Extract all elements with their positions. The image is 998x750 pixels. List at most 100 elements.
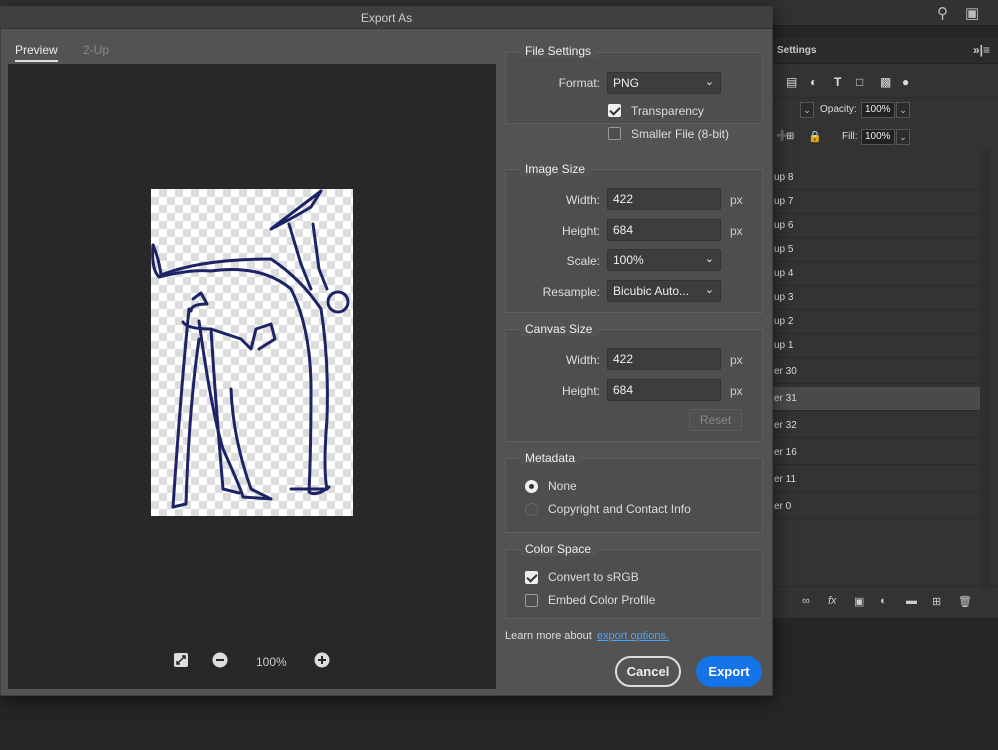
adjustment-layer-icon[interactable]: ◐ <box>880 595 887 607</box>
layer-item[interactable]: up 6 <box>772 214 982 238</box>
layer-item[interactable]: er 11 <box>772 468 982 492</box>
convert-srgb-label: Convert to sRGB <box>548 570 639 584</box>
smaller-file-label: Smaller File (8-bit) <box>631 127 730 141</box>
scale-label: Scale: <box>566 254 600 268</box>
canvas-width-field[interactable]: 422 <box>607 348 721 370</box>
zoom-level: 100% <box>256 655 287 669</box>
fill-label: Fill: <box>842 131 858 142</box>
transparency-checkbox[interactable] <box>608 104 621 117</box>
opacity-label: Opacity: <box>820 104 857 115</box>
canvas-width-label: Width: <box>565 353 600 367</box>
fit-to-window-icon[interactable] <box>173 652 189 668</box>
export-options-link[interactable]: export options. <box>597 630 669 642</box>
chevron-down-icon: ⌄ <box>704 76 714 88</box>
zoom-in-icon[interactable] <box>314 652 330 668</box>
zoom-out-icon[interactable] <box>212 652 228 668</box>
image-width-label: Width: <box>565 193 600 207</box>
cancel-button[interactable]: Cancel <box>615 656 681 687</box>
filter-toggle-icon[interactable]: ● <box>902 75 909 89</box>
panel-header: Settings »|≡ <box>772 38 998 64</box>
metadata-legend: Metadata <box>519 451 582 465</box>
panel-scrollbar[interactable] <box>980 150 990 590</box>
workspace-icon[interactable]: ▣ <box>965 4 979 22</box>
metadata-none-radio[interactable] <box>525 480 538 493</box>
fill-caret[interactable]: ⌄ <box>896 129 910 145</box>
opacity-caret[interactable]: ⌄ <box>896 102 910 118</box>
new-layer-icon[interactable]: ⊞ <box>932 595 941 608</box>
canvas-height-field[interactable]: 684 <box>607 379 721 401</box>
layer-item[interactable]: up 4 <box>772 262 982 286</box>
canvas-height-label: Height: <box>561 384 600 398</box>
tab-preview[interactable]: Preview <box>15 43 58 62</box>
panel-tab-settings[interactable]: Settings <box>777 45 816 56</box>
metadata-copyright-radio[interactable] <box>525 503 538 516</box>
layer-item[interactable]: up 2 <box>772 310 982 334</box>
blend-mode-caret[interactable]: ⌄ <box>800 102 814 118</box>
metadata-none-label: None <box>548 479 577 493</box>
transparency-label: Transparency <box>631 104 704 118</box>
link-layers-icon[interactable]: ∞ <box>802 595 810 607</box>
resample-value: Bicubic Auto... <box>613 284 690 298</box>
format-select[interactable]: PNG ⌄ <box>607 72 721 94</box>
lock-all-icon[interactable]: 🔒 <box>808 130 822 143</box>
color-space-group <box>505 549 763 619</box>
layer-item[interactable]: er 16 <box>772 441 982 465</box>
shape-filter-icon[interactable]: □ <box>856 75 863 89</box>
image-filter-icon[interactable]: ▤ <box>786 75 797 89</box>
reset-button[interactable]: Reset <box>689 409 742 431</box>
metadata-group <box>505 458 763 533</box>
smaller-file-checkbox[interactable] <box>608 127 621 140</box>
canvas-size-legend: Canvas Size <box>519 322 599 336</box>
tab-2-up[interactable]: 2-Up <box>83 43 109 57</box>
convert-srgb-checkbox[interactable] <box>525 571 538 584</box>
learn-more: Learn more about export options. <box>505 630 669 642</box>
image-width-unit: px <box>730 193 743 207</box>
format-label: Format: <box>558 76 600 90</box>
layer-item[interactable]: er 30 <box>772 360 982 384</box>
zoom-controls: 100% <box>168 650 348 674</box>
dialog-title: Export As <box>1 7 772 29</box>
image-height-unit: px <box>730 224 743 238</box>
embed-profile-checkbox[interactable] <box>525 594 538 607</box>
search-icon[interactable]: ⚲ <box>937 4 948 22</box>
artboard-lock-icon[interactable]: ⊞ <box>786 131 794 142</box>
trash-icon[interactable]: 🗑 <box>958 595 972 608</box>
scale-value: 100% <box>613 253 644 267</box>
learn-more-text: Learn more about <box>505 630 592 642</box>
layer-item[interactable]: up 5 <box>772 238 982 262</box>
layer-filter-row: ▤ ◐ T □ ▩ ● <box>772 64 998 98</box>
embed-profile-label: Embed Color Profile <box>548 593 656 607</box>
new-group-icon[interactable]: ▬ <box>906 595 917 607</box>
smart-object-filter-icon[interactable]: ▩ <box>880 75 891 89</box>
layer-item[interactable]: er 31 <box>772 387 982 411</box>
image-width-field[interactable]: 422 <box>607 188 721 210</box>
layer-item[interactable]: up 3 <box>772 286 982 310</box>
metadata-copyright-label: Copyright and Contact Info <box>548 502 691 516</box>
preview-area: 100% <box>8 64 496 689</box>
export-button[interactable]: Export <box>696 656 762 687</box>
layers-panel: Settings »|≡ ▤ ◐ T □ ▩ ● ⌄ Opacity: 100%… <box>772 38 998 618</box>
fill-field[interactable]: 100% <box>861 129 895 145</box>
adjustment-filter-icon[interactable]: ◐ <box>810 75 817 89</box>
add-mask-icon[interactable]: ▣ <box>854 595 864 608</box>
image-height-field[interactable]: 684 <box>607 219 721 241</box>
layer-item[interactable]: er 0 <box>772 495 982 519</box>
color-space-legend: Color Space <box>519 542 598 556</box>
canvas-width-unit: px <box>730 353 743 367</box>
layer-item[interactable]: er 32 <box>772 414 982 438</box>
resample-label: Resample: <box>542 285 600 299</box>
panel-menu-icon[interactable]: »|≡ <box>973 43 990 57</box>
file-settings-legend: File Settings <box>519 44 598 58</box>
chevron-down-icon: ⌄ <box>704 284 714 296</box>
type-filter-icon[interactable]: T <box>834 75 841 89</box>
panel-footer: ∞ fx ▣ ◐ ▬ ⊞ 🗑 <box>772 586 998 614</box>
layer-item[interactable]: up 8 <box>772 166 982 190</box>
scale-select[interactable]: 100% ⌄ <box>607 249 721 271</box>
resample-select[interactable]: Bicubic Auto... ⌄ <box>607 280 721 302</box>
layer-item[interactable]: up 7 <box>772 190 982 214</box>
layer-item[interactable]: up 1 <box>772 334 982 358</box>
fx-icon[interactable]: fx <box>828 595 837 607</box>
format-value: PNG <box>613 76 640 90</box>
opacity-field[interactable]: 100% <box>861 102 895 118</box>
preview-image <box>151 189 353 516</box>
